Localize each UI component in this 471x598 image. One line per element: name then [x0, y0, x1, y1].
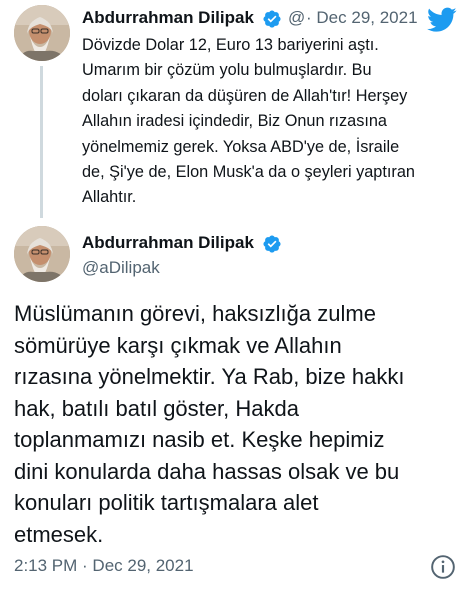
avatar-photo	[14, 226, 70, 282]
main-tweet-text: Müslümanın görevi, haksızlığa zulme sömü…	[14, 298, 464, 550]
separator-dot: ·	[306, 8, 312, 27]
tweet-date-header[interactable]: · Dec 29, 2021	[306, 8, 418, 28]
avatar[interactable]	[14, 226, 70, 282]
tweet-timestamp[interactable]: 2:13 PM · Dec 29, 2021	[14, 556, 194, 576]
tweet-text-line: rızasına yönelmektir. Ya Rab, bize hakkı	[14, 364, 405, 389]
tweet-text-line: etmesek.	[14, 521, 104, 547]
tweet-text-line: sömürüye karşı çıkmak ve Allahın	[14, 332, 342, 358]
tweet-text-line: dini konularda daha hassas olsak ve bu	[14, 458, 400, 484]
reply-tweet-text: Dövizde Dolar 12, Euro 13 bariyerini aşt…	[82, 33, 462, 211]
twitter-bird-icon	[427, 7, 457, 32]
tweet-text-line: doları çıkaran da düşüren de Allah'tır! …	[82, 86, 408, 105]
tweet-text-line: Umarım bir çözüm yolu bulmuşlardır. Bu	[82, 61, 372, 80]
verified-badge-icon	[263, 10, 281, 28]
tweet-text-line: konuları politik tartışmalara alet	[14, 490, 319, 515]
info-icon[interactable]	[430, 554, 456, 580]
avatar[interactable]	[14, 5, 70, 61]
author-name[interactable]: Abdurrahman Dilipak	[82, 233, 254, 253]
tweet-text-line: Dövizde Dolar 12, Euro 13 bariyerini aşt…	[82, 36, 379, 54]
author-name[interactable]: Abdurrahman Dilipak	[82, 8, 254, 28]
tweet-text-line: hak, batılı batıl göster, Hakda	[14, 395, 299, 421]
tweet-text-line: Allahtır.	[82, 188, 137, 207]
tweet-text-line: toplanmamızı nasib et. Keşke hepimiz	[14, 427, 385, 452]
verified-badge-icon	[263, 235, 281, 253]
tweet-text-line: Müslümanın görevi, haksızlığa zulme	[14, 301, 376, 326]
tweet-text-line: Allahın iradesi içindedir, Biz Onun rıza…	[82, 112, 387, 131]
author-handle[interactable]: @aDilipak	[82, 258, 160, 278]
avatar-photo	[14, 5, 70, 61]
thread-connector-line	[40, 66, 43, 218]
reply-date: Dec 29, 2021	[316, 8, 418, 27]
tweet-text-line: yönelmemiz gerek. Yoksa ABD'ye de, İsrai…	[82, 137, 400, 156]
author-handle-truncated[interactable]: @	[288, 8, 305, 28]
tweet-text-line: de, Şi'ye de, Elon Musk'a da o şeyleri y…	[82, 163, 415, 182]
